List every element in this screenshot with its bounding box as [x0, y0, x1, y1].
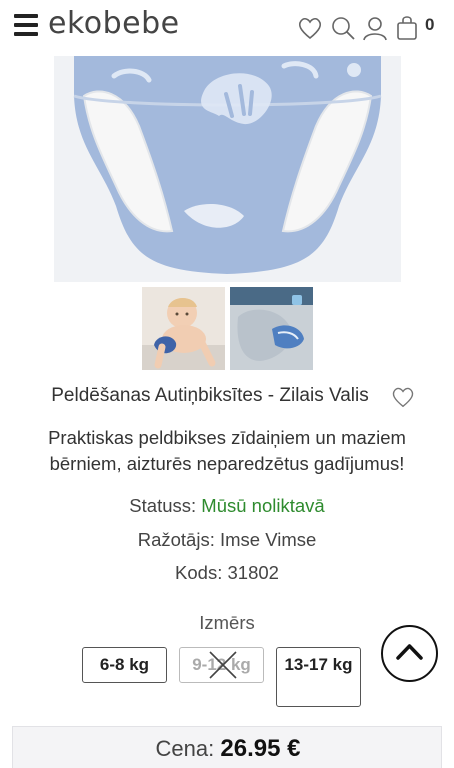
status-line: Statuss: Mūsū noliktavā: [0, 495, 454, 517]
search-icon[interactable]: [329, 14, 357, 42]
manufacturer-value[interactable]: Imse Vimse: [220, 529, 316, 550]
site-logo[interactable]: ekobebe: [48, 6, 180, 41]
product-description: Praktiskas peldbikses zīdaiņiem un mazie…: [48, 427, 406, 474]
manufacturer-label: Ražotājs:: [137, 529, 215, 550]
product-main-image[interactable]: [54, 56, 401, 282]
heart-icon[interactable]: [296, 14, 324, 42]
thumbnail-baby[interactable]: [142, 287, 225, 370]
cart-count-badge[interactable]: 0: [425, 15, 434, 35]
status-label: Statuss:: [129, 495, 197, 516]
scroll-to-top-button[interactable]: [381, 625, 438, 682]
size-option-label: 6-8 kg: [99, 655, 150, 674]
thumbnail-towel[interactable]: [230, 287, 313, 370]
price-label: Cena:: [155, 736, 215, 761]
status-value: Mūsū noliktavā: [201, 495, 325, 516]
unavailable-cross-icon: [209, 651, 237, 679]
price-bar: Cena: 26.95 €: [12, 726, 442, 768]
code-value: 31802: [227, 562, 279, 583]
price-value: 26.95 €: [220, 735, 301, 762]
menu-icon[interactable]: [14, 14, 38, 36]
product-title: Peldēšanas Autiņbiksītes - Zilais Valis: [51, 385, 369, 406]
manufacturer-line: Ražotājs: Imse Vimse: [0, 529, 454, 551]
size-option-13-17kg[interactable]: 13-17 kg: [276, 647, 361, 707]
site-header: ekobebe 0: [0, 0, 454, 54]
size-option-6-8kg[interactable]: 6-8 kg: [82, 647, 167, 683]
size-option-9-12kg-unavailable[interactable]: 9-12 kg: [179, 647, 264, 683]
price-line: Cena: 26.95 €: [13, 735, 443, 763]
code-label: Kods:: [175, 562, 223, 583]
wishlist-heart-icon[interactable]: [390, 384, 416, 410]
user-icon[interactable]: [361, 14, 389, 42]
chevron-up-icon: [396, 644, 423, 660]
size-option-label: 13-17 kg: [284, 655, 353, 674]
shopping-bag-icon[interactable]: [393, 14, 421, 42]
code-line: Kods: 31802: [0, 562, 454, 584]
